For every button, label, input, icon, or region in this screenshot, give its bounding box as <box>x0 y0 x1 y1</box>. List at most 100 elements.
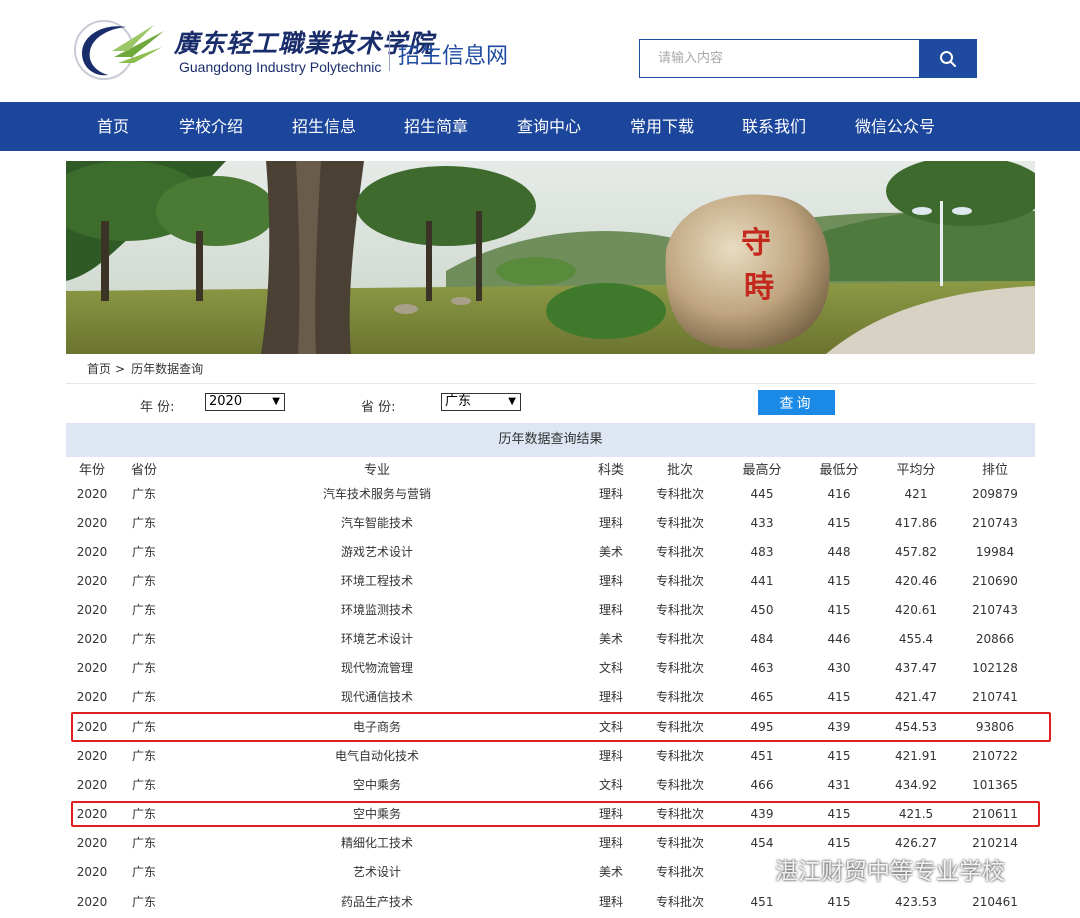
cell-major: 汽车技术服务与营销 <box>322 487 432 501</box>
province-select[interactable]: 广东 ▼ <box>441 393 521 411</box>
cell-major: 现代通信技术 <box>340 690 414 704</box>
nav-item-admission-brochure[interactable]: 招生简章 <box>404 102 468 151</box>
cell-year: 2020 <box>76 895 108 909</box>
cell-batch: 专科批次 <box>655 487 705 501</box>
cell-min-score: 415 <box>827 574 851 588</box>
table-row: 2020 广东 空中乘务 文科 专科批次 466 431 434.92 1013… <box>66 771 1035 800</box>
cell-province: 广东 <box>131 574 157 588</box>
highlight-box-ecommerce-row <box>71 712 1051 742</box>
breadcrumb-home[interactable]: 首页 <box>87 362 111 376</box>
cell-province: 广东 <box>131 661 157 675</box>
cell-avg-score: 421.91 <box>895 749 937 763</box>
cell-max-score: 466 <box>750 778 774 792</box>
year-select-value: 2020 <box>209 394 243 409</box>
cell-rank: 19984 <box>975 545 1015 559</box>
cell-min-score: 416 <box>827 487 851 501</box>
search-button[interactable] <box>919 39 977 78</box>
logo-divider <box>389 31 390 71</box>
cell-max-score: 450 <box>750 603 774 617</box>
cell-major: 艺术设计 <box>352 865 402 879</box>
cell-major: 环境监测技术 <box>340 603 414 617</box>
table-row: 2020 广东 现代通信技术 理科 专科批次 465 415 421.47 21… <box>66 683 1035 712</box>
cell-avg-score: 421 <box>904 487 928 501</box>
cell-min-score: 415 <box>827 749 851 763</box>
cell-avg-score: 421.47 <box>895 690 937 704</box>
cell-avg-score: 434.92 <box>895 778 937 792</box>
cell-subject-type: 文科 <box>598 778 624 792</box>
cell-province: 广东 <box>131 778 157 792</box>
campus-banner-image: 守 時 <box>66 161 1035 354</box>
search-input[interactable] <box>639 39 920 78</box>
cell-max-score: 463 <box>750 661 774 675</box>
year-label: 年 份: <box>140 400 175 415</box>
cell-rank: 210743 <box>972 516 1018 530</box>
cell-batch: 专科批次 <box>655 661 705 675</box>
cell-rank: 210461 <box>972 895 1018 909</box>
results-title: 历年数据查询结果 <box>66 423 1035 457</box>
table-row: 2020 广东 汽车智能技术 理科 专科批次 433 415 417.86 21… <box>66 509 1035 538</box>
cell-subject-type: 文科 <box>598 661 624 675</box>
breadcrumb: 首页 > 历年数据查询 <box>66 354 1035 384</box>
cell-major: 药品生产技术 <box>340 895 414 909</box>
cell-max-score: 483 <box>750 545 774 559</box>
search-icon <box>940 50 956 67</box>
table-row: 2020 广东 游戏艺术设计 美术 专科批次 483 448 457.82 19… <box>66 538 1035 567</box>
wechat-watermark: 湛江财贸中等专业学校 <box>733 852 1005 886</box>
year-select[interactable]: 2020 ▼ <box>205 393 285 411</box>
nav-item-wechat[interactable]: 微信公众号 <box>855 102 935 151</box>
cell-rank: 210690 <box>972 574 1018 588</box>
cell-year: 2020 <box>76 545 108 559</box>
cell-min-score: 446 <box>827 632 851 646</box>
cell-province: 广东 <box>131 516 157 530</box>
cell-rank: 102128 <box>972 661 1018 675</box>
watermark-text: 湛江财贸中等专业学校 <box>775 859 1005 885</box>
logo-english-name: Guangdong Industry Polytechnic <box>179 59 382 75</box>
cell-batch: 专科批次 <box>655 836 705 850</box>
cell-max-score: 465 <box>750 690 774 704</box>
cell-major: 汽车智能技术 <box>340 516 414 530</box>
site-name[interactable]: 招生信息网 <box>398 38 508 70</box>
cell-avg-score: 420.61 <box>895 603 937 617</box>
cell-min-score: 415 <box>827 603 851 617</box>
cell-avg-score: 423.53 <box>895 895 937 909</box>
nav-item-query-center[interactable]: 查询中心 <box>517 102 581 151</box>
cell-year: 2020 <box>76 632 108 646</box>
cell-major: 电气自动化技术 <box>334 749 420 763</box>
cell-batch: 专科批次 <box>655 690 705 704</box>
stone-inscription-1: 守 <box>741 226 771 261</box>
cell-subject-type: 理科 <box>598 574 624 588</box>
cell-min-score: 431 <box>827 778 851 792</box>
nav-item-downloads[interactable]: 常用下载 <box>630 102 694 151</box>
main-nav: 首页 学校介绍 招生信息 招生简章 查询中心 常用下载 联系我们 微信公众号 <box>0 102 1080 151</box>
cell-subject-type: 理科 <box>598 603 624 617</box>
school-logo-icon[interactable] <box>74 17 166 83</box>
cell-min-score: 415 <box>827 690 851 704</box>
cell-rank: 210741 <box>972 690 1018 704</box>
cell-year: 2020 <box>76 778 108 792</box>
cell-major: 精细化工技术 <box>340 836 414 850</box>
cell-rank: 101365 <box>972 778 1018 792</box>
nav-item-school-intro[interactable]: 学校介绍 <box>179 102 243 151</box>
dropdown-arrow-icon: ▼ <box>508 396 516 407</box>
cell-major: 环境工程技术 <box>340 574 414 588</box>
nav-item-contact[interactable]: 联系我们 <box>742 102 806 151</box>
nav-item-admission-info[interactable]: 招生信息 <box>292 102 356 151</box>
cell-batch: 专科批次 <box>655 603 705 617</box>
cell-subject-type: 理科 <box>598 516 624 530</box>
cell-year: 2020 <box>76 836 108 850</box>
cell-min-score: 415 <box>827 516 851 530</box>
cell-min-score: 430 <box>827 661 851 675</box>
cell-rank: 20866 <box>975 632 1015 646</box>
table-row: 2020 广东 药品生产技术 理科 专科批次 451 415 423.53 21… <box>66 888 1035 917</box>
cell-max-score: 433 <box>750 516 774 530</box>
cell-min-score: 448 <box>827 545 851 559</box>
breadcrumb-current: 历年数据查询 <box>131 362 204 376</box>
cell-major: 环境艺术设计 <box>340 632 414 646</box>
nav-item-home[interactable]: 首页 <box>97 102 129 151</box>
table-row: 2020 广东 电气自动化技术 理科 专科批次 451 415 421.91 2… <box>66 742 1035 771</box>
cell-year: 2020 <box>76 661 108 675</box>
query-button[interactable]: 查询 <box>758 390 835 415</box>
cell-max-score: 441 <box>750 574 774 588</box>
cell-rank: 209879 <box>972 487 1018 501</box>
cell-province: 广东 <box>131 749 157 763</box>
